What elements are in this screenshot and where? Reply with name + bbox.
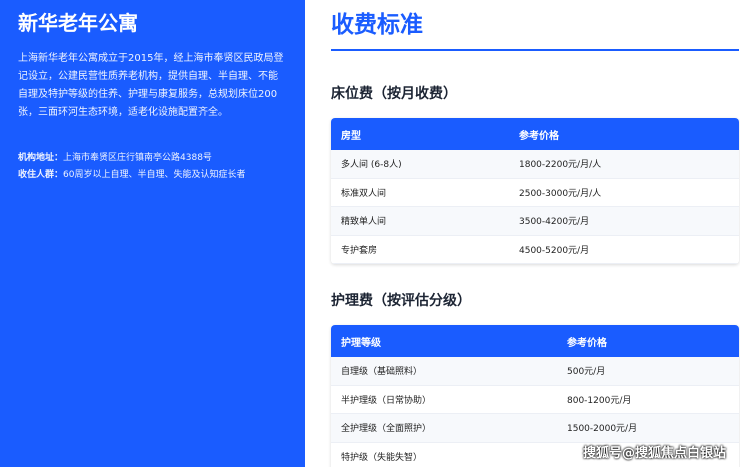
room-type-cell: 多人间 (6-8人) <box>341 160 402 171</box>
watermark: 搜狐号@搜狐焦点白银站 <box>582 446 726 461</box>
bed-fee-title: 床位费（按月收费） <box>331 86 457 102</box>
table-row: 全护理级（全面照护） 1500-2000元/月 <box>331 414 739 443</box>
care-level-cell: 全护理级（全面照护） <box>341 424 432 435</box>
table-row: 专护套房 4500-5200元/月 <box>331 235 739 264</box>
price-cell: 800-1200元/月 <box>567 395 632 406</box>
price-cell: 2500-3000元/月/人 <box>519 188 602 199</box>
audience-label: 收住人群： <box>18 170 64 180</box>
table-row: 自理级（基础照料） 500元/月 <box>331 357 739 386</box>
room-type-cell: 精致单人间 <box>341 217 387 228</box>
facility-title: 新华老年公寓 <box>18 11 138 35</box>
care-level-cell: 自理级（基础照料） <box>341 367 423 378</box>
audience-value: 60周岁以上自理、半自理、失能及认知症长者 <box>63 170 246 180</box>
room-type-cell: 专护套房 <box>341 245 378 256</box>
facility-intro: 上海新华老年公寓成立于2015年，经上海市奉贤区民政局登记设立，公建民营性质养老… <box>18 53 284 118</box>
care-fee-title: 护理费（按评估分级） <box>331 293 471 309</box>
fee-panel: 收费标准 床位费（按月收费） 房型 参考价格 多人间 (6-8人) 1800-2… <box>331 0 740 467</box>
audience-line: 收住人群：60周岁以上自理、半自理、失能及认知症长者 <box>18 167 287 184</box>
price-cell: 1500-2000元/月 <box>567 424 638 435</box>
address-line: 机构地址：上海市奉贤区庄行镇南亭公路4388号 <box>18 150 287 167</box>
header-room-type: 房型 <box>341 130 361 142</box>
heading-divider <box>331 49 739 51</box>
facility-meta: 机构地址：上海市奉贤区庄行镇南亭公路4388号 收住人群：60周岁以上自理、半自… <box>18 150 287 184</box>
header-care-level: 护理等级 <box>341 337 381 349</box>
price-cell: 500元/月 <box>567 367 606 378</box>
price-cell: 4500-5200元/月 <box>519 245 590 256</box>
room-type-cell: 标准双人间 <box>341 188 387 199</box>
table-row: 半护理级（日常协助） 800-1200元/月 <box>331 385 739 414</box>
fee-heading: 收费标准 <box>331 12 423 38</box>
price-cell: 3500-4200元/月 <box>519 217 590 228</box>
table-header: 护理等级 参考价格 <box>331 325 739 357</box>
table-row: 精致单人间 3500-4200元/月 <box>331 207 739 236</box>
intro-panel: 新华老年公寓 上海新华老年公寓成立于2015年，经上海市奉贤区民政局登记设立，公… <box>0 0 305 467</box>
table-row: 多人间 (6-8人) 1800-2200元/月/人 <box>331 150 739 179</box>
table-row: 标准双人间 2500-3000元/月/人 <box>331 178 739 207</box>
header-price: 参考价格 <box>519 130 559 142</box>
bed-fee-table: 房型 参考价格 多人间 (6-8人) 1800-2200元/月/人 标准双人间 … <box>331 118 739 264</box>
table-header: 房型 参考价格 <box>331 118 739 150</box>
address-label: 机构地址： <box>18 153 64 163</box>
care-level-cell: 特护级（失能失智） <box>341 452 423 463</box>
price-cell: 1800-2200元/月/人 <box>519 160 602 171</box>
address-value: 上海市奉贤区庄行镇南亭公路4388号 <box>63 153 212 163</box>
header-price: 参考价格 <box>567 337 607 349</box>
care-level-cell: 半护理级（日常协助） <box>341 395 432 406</box>
